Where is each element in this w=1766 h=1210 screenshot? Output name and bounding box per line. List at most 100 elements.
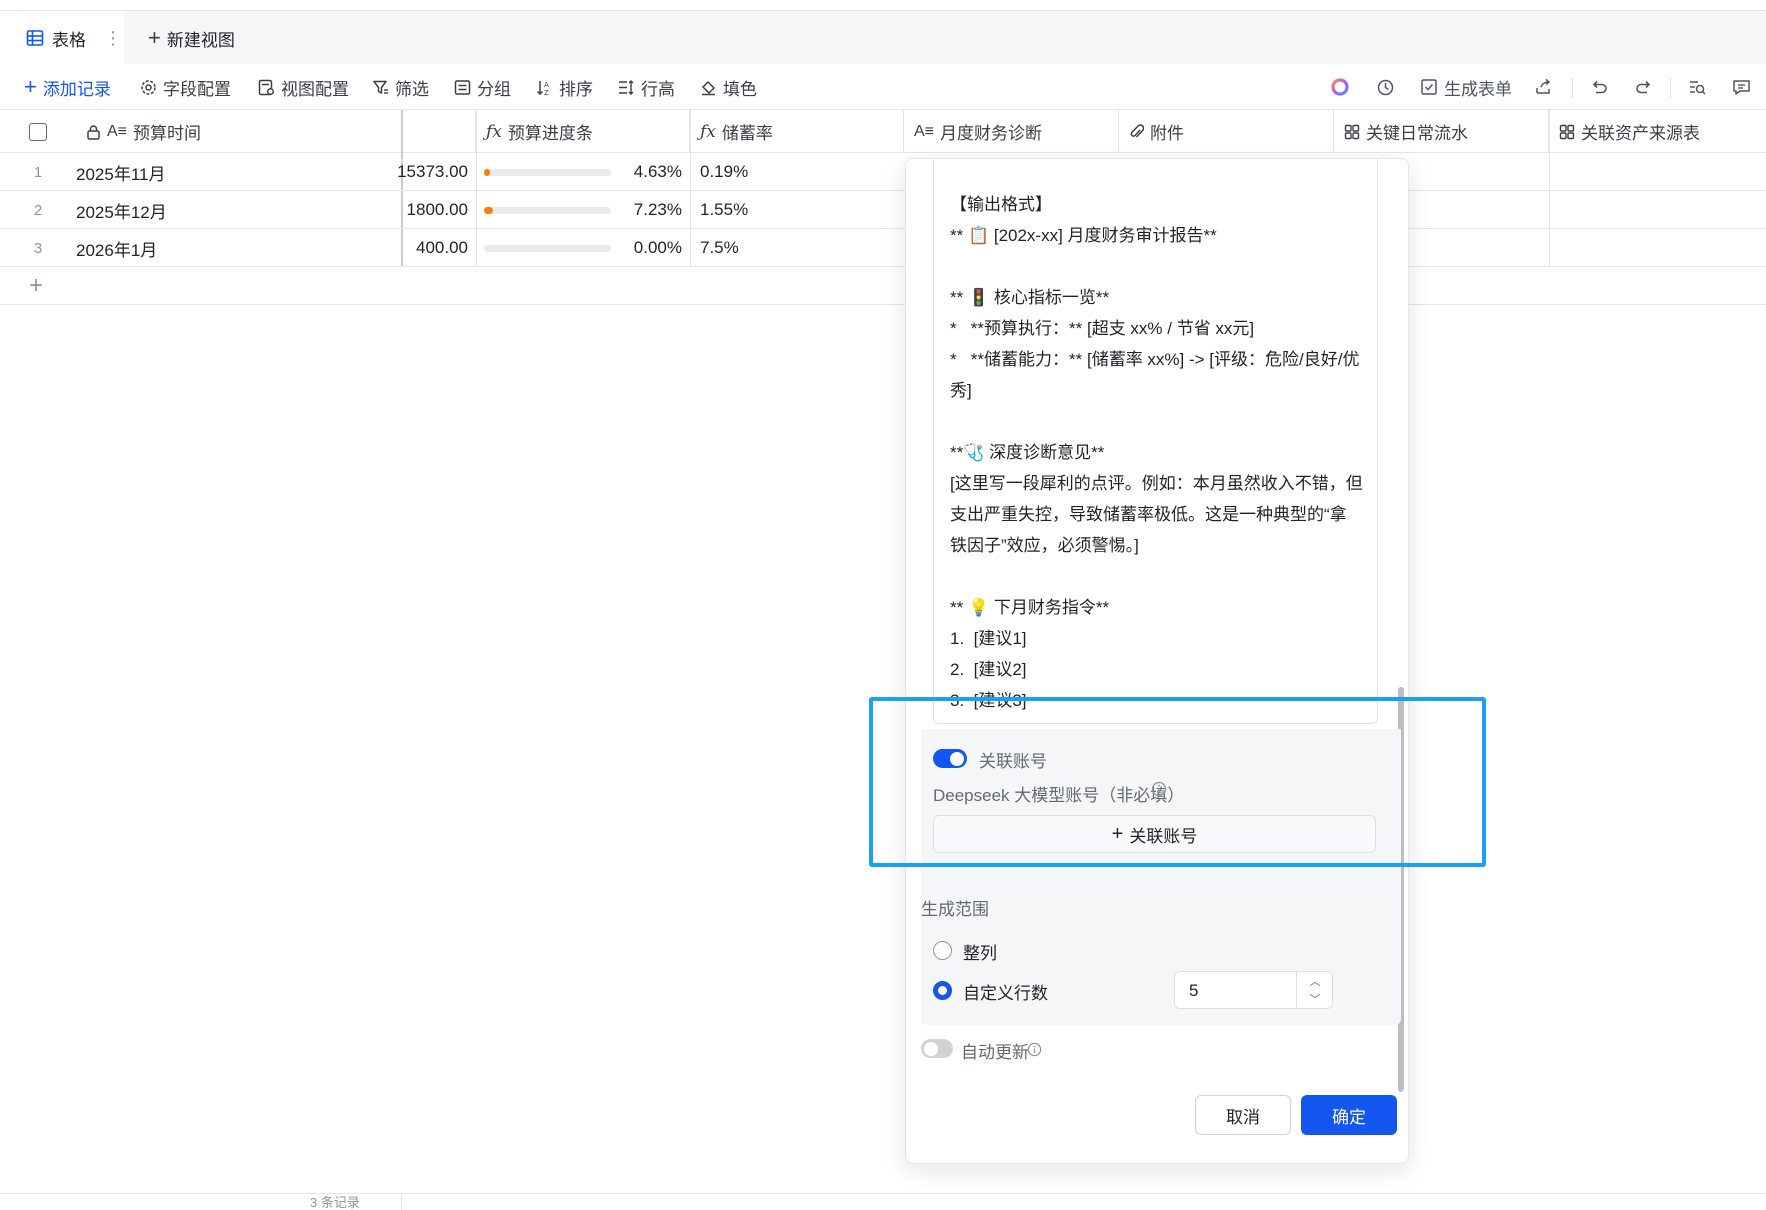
column-header-monthly-diagnosis[interactable]: A≡ 月度财务诊断: [904, 110, 1119, 153]
progress-bar: [484, 207, 611, 214]
cell-budget-time[interactable]: 2025年12月: [76, 191, 167, 229]
column-header-budget-time[interactable]: A≡ 预算时间: [76, 110, 402, 153]
search-icon[interactable]: [1688, 64, 1707, 110]
redo-icon[interactable]: [1634, 64, 1653, 110]
table-row[interactable]: 1 2025年11月 15373.00 4.63% 0.19%: [0, 153, 1766, 191]
fill-color-label: 填色: [723, 79, 757, 99]
view-config-label: 视图配置: [281, 79, 349, 99]
row-number: 3: [33, 239, 43, 257]
cell-budget-time[interactable]: 2026年1月: [76, 229, 157, 267]
row-height-button[interactable]: 行高: [618, 64, 675, 110]
formula-icon: ƒx: [700, 121, 716, 142]
column-header-savings-rate[interactable]: ƒx 储蓄率: [690, 110, 904, 153]
range-custom-label[interactable]: 自定义行数: [963, 979, 1048, 1004]
view-tabs-bar: 表格 ⋮ + 新建视图: [0, 10, 1766, 65]
ai-assistant-icon[interactable]: [1330, 64, 1350, 110]
column-label: 储蓄率: [721, 124, 773, 143]
toolbar-divider: [1572, 78, 1573, 98]
grid-icon: [26, 29, 44, 47]
fill-color-button[interactable]: 填色: [700, 64, 757, 110]
cell-amount[interactable]: 15373.00: [392, 153, 468, 191]
cell-budget-time[interactable]: 2025年11月: [76, 153, 165, 191]
form-check-icon: [1420, 78, 1438, 96]
add-row[interactable]: +: [0, 267, 1766, 305]
add-record-button[interactable]: + 添加记录: [24, 64, 111, 110]
new-view-label: 新建视图: [166, 30, 235, 50]
column-header-asset-source[interactable]: 关联资产来源表: [1549, 110, 1766, 153]
column-header-amount[interactable]: [402, 110, 476, 153]
cell-budget-progress[interactable]: 0.00%: [484, 229, 682, 267]
progress-text: 4.63%: [633, 162, 682, 181]
chevron-up-icon[interactable]: ︿: [1297, 972, 1333, 990]
new-view-button[interactable]: + 新建视图: [148, 11, 235, 65]
link-account-button[interactable]: + 关联账号: [933, 815, 1376, 853]
custom-rows-value[interactable]: 5: [1189, 981, 1198, 1001]
view-config-button[interactable]: 视图配置: [258, 64, 349, 110]
comment-icon[interactable]: [1732, 64, 1751, 110]
link-account-button-label: 关联账号: [1129, 826, 1198, 846]
column-header-budget-progress[interactable]: ƒx 预算进度条: [476, 110, 690, 153]
tab-label: 表格: [52, 30, 86, 50]
checkbox[interactable]: [29, 122, 47, 141]
prompt-line: [950, 406, 1363, 437]
cell-savings-rate[interactable]: 0.19%: [700, 153, 748, 191]
range-custom-radio[interactable]: [933, 981, 952, 1000]
cell-budget-progress[interactable]: 4.63%: [484, 153, 682, 191]
undo-icon[interactable]: [1590, 64, 1609, 110]
plus-icon[interactable]: +: [24, 267, 48, 305]
ai-generate-dialog: 【输出格式】 ** 📋 [202x-xx] 月度财务审计报告** ** 🚦 核心指标…: [905, 158, 1409, 1164]
link-table-icon: [1559, 124, 1575, 140]
cell-savings-rate[interactable]: 1.55%: [700, 191, 748, 229]
column-header-daily-flow[interactable]: 关键日常流水: [1334, 110, 1549, 153]
range-whole-label[interactable]: 整列: [963, 939, 997, 964]
cell-amount[interactable]: 400.00: [392, 229, 468, 267]
group-icon: [454, 79, 471, 96]
history-icon[interactable]: [1376, 64, 1395, 110]
footer-bar: 3 条记录: [0, 1193, 1766, 1210]
table-row[interactable]: 3 2026年1月 400.00 0.00% 7.5%: [0, 229, 1766, 267]
column-label: 预算进度条: [507, 124, 593, 143]
cell-savings-rate[interactable]: 7.5%: [700, 229, 739, 267]
select-all-checkbox[interactable]: [0, 110, 76, 153]
add-record-label: 添加记录: [42, 79, 111, 99]
column-label: 月度财务诊断: [940, 124, 1043, 143]
sort-button[interactable]: AZ 排序: [536, 64, 593, 110]
confirm-button[interactable]: 确定: [1301, 1095, 1397, 1135]
prompt-line: 【输出格式】: [950, 195, 1052, 214]
column-header-attachment[interactable]: 附件: [1119, 110, 1334, 153]
prompt-line: [这里写一段犀利的点评。例如：本月虽然收入不错，但支出严重失控，导致储蓄率极低。…: [950, 474, 1363, 555]
info-icon[interactable]: [1027, 1042, 1042, 1057]
plus-icon: +: [24, 74, 37, 99]
tab-table-view[interactable]: 表格 ⋮: [0, 11, 124, 65]
sort-icon: AZ: [536, 79, 553, 96]
prompt-textarea[interactable]: 【输出格式】 ** 📋 [202x-xx] 月度财务审计报告** ** 🚦 核心指标…: [933, 159, 1378, 724]
row-number: 1: [33, 163, 43, 181]
prompt-line: 3. [建议3]: [950, 691, 1027, 710]
prompt-line: **🩺 深度诊断意见**: [950, 443, 1105, 462]
cancel-button[interactable]: 取消: [1195, 1095, 1291, 1135]
quantity-stepper[interactable]: ︿ ﹀: [1296, 972, 1332, 1008]
filter-button[interactable]: 筛选: [372, 64, 429, 110]
field-config-button[interactable]: 字段配置: [140, 64, 231, 110]
grid-header: A≡ 预算时间 ƒx 预算进度条 ƒx 储蓄率 A≡ 月度财务诊断 附件 关键日…: [0, 110, 1766, 153]
field-config-label: 字段配置: [163, 79, 231, 99]
filter-icon: [372, 79, 389, 96]
progress-text: 7.23%: [633, 200, 682, 219]
range-title: 生成范围: [921, 900, 989, 919]
info-icon[interactable]: [1151, 781, 1167, 797]
share-icon[interactable]: [1534, 64, 1552, 110]
progress-bar: [484, 169, 611, 176]
group-button[interactable]: 分组: [454, 64, 511, 110]
cell-amount[interactable]: 1800.00: [392, 191, 468, 229]
column-label: 关联资产来源表: [1581, 124, 1700, 143]
link-account-toggle[interactable]: [933, 749, 967, 768]
chevron-down-icon[interactable]: ﹀: [1297, 990, 1333, 1008]
prompt-line: ** 🚦 核心指标一览**: [950, 288, 1110, 307]
auto-update-toggle[interactable]: [921, 1039, 953, 1058]
table-row[interactable]: 2 2025年12月 1800.00 7.23% 1.55%: [0, 191, 1766, 229]
custom-rows-input[interactable]: 5 ︿ ﹀: [1174, 971, 1333, 1009]
more-vertical-icon[interactable]: ⋮: [104, 28, 122, 49]
generate-form-button[interactable]: 生成表单: [1420, 64, 1512, 110]
range-whole-radio[interactable]: [933, 941, 952, 960]
cell-budget-progress[interactable]: 7.23%: [484, 191, 682, 229]
